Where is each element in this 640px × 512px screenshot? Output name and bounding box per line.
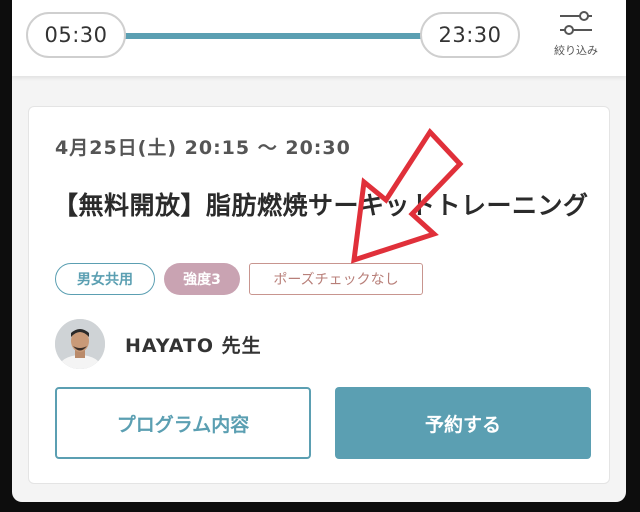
- instructor: HAYATO 先生: [55, 319, 262, 369]
- start-time-handle[interactable]: 05:30: [26, 12, 126, 58]
- sliders-icon: [560, 11, 592, 35]
- lesson-datetime: 4月25日(土) 20:15 〜 20:30: [55, 137, 351, 159]
- time-filter-bar: 05:30 23:30 絞り込み: [12, 0, 626, 76]
- instructor-name: HAYATO 先生: [125, 334, 262, 357]
- lesson-card[interactable]: 4月25日(土) 20:15 〜 20:30 【無料開放】脂肪燃焼サーキットトレ…: [28, 106, 610, 484]
- filter-label: 絞り込み: [554, 44, 598, 57]
- app-screen: 05:30 23:30 絞り込み 4月25日(土) 20:15 〜 20:30 …: [12, 0, 626, 502]
- time-range-track[interactable]: [112, 33, 442, 39]
- instructor-photo: [55, 319, 105, 369]
- reserve-button[interactable]: 予約する: [335, 387, 591, 459]
- end-time-handle[interactable]: 23:30: [420, 12, 520, 58]
- avatar: [55, 319, 105, 369]
- intensity-tag: 強度3: [164, 263, 240, 295]
- lesson-title: 【無料開放】脂肪燃焼サーキットトレーニング: [53, 191, 589, 220]
- filter-button[interactable]: 絞り込み: [544, 8, 608, 68]
- program-details-button[interactable]: プログラム内容: [55, 387, 311, 459]
- gender-tag: 男女共用: [55, 263, 155, 295]
- pose-check-tag: ポーズチェックなし: [249, 263, 423, 295]
